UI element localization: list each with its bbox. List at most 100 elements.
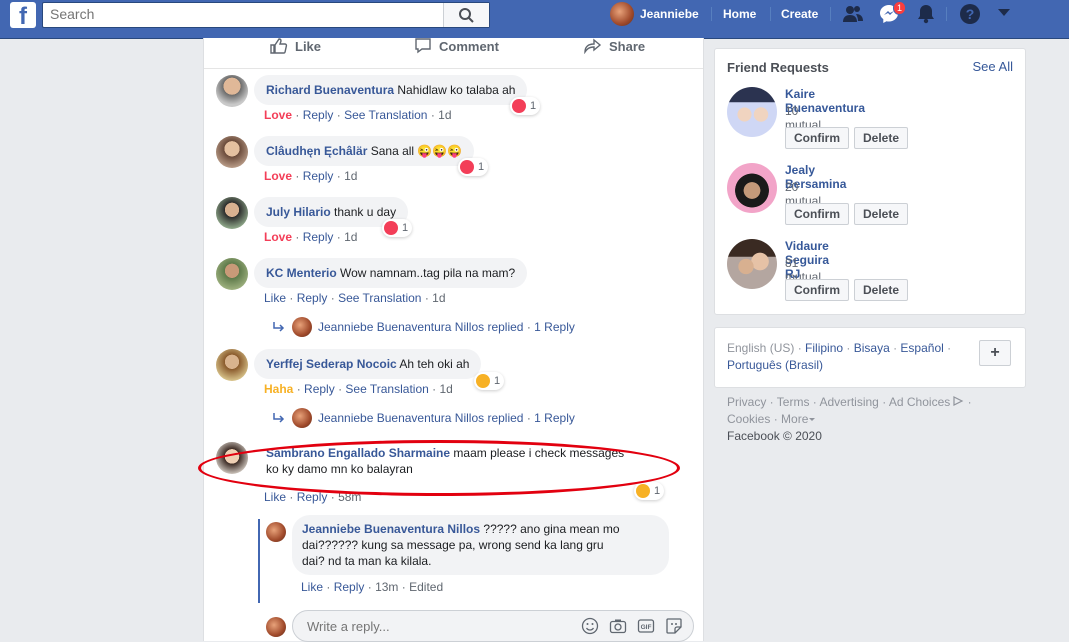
comment-time[interactable]: 1d xyxy=(344,169,357,183)
language-link-portugues[interactable]: Português (Brasil) xyxy=(727,358,823,372)
reaction-count-badge[interactable]: 1 xyxy=(474,372,505,390)
confirm-button[interactable]: Confirm xyxy=(785,203,849,225)
avatar[interactable] xyxy=(216,258,248,290)
footer-link-advertising[interactable]: Advertising xyxy=(819,395,878,409)
friends-icon[interactable] xyxy=(842,3,864,25)
comment-time[interactable]: 1d xyxy=(344,230,357,244)
avatar[interactable] xyxy=(216,197,248,229)
footer-link-more[interactable]: More xyxy=(781,412,808,426)
footer-link-ad-choices[interactable]: Ad Choices xyxy=(889,395,950,409)
see-translation-link[interactable]: See Translation xyxy=(345,382,428,396)
reply-link[interactable]: Reply xyxy=(297,291,328,305)
panel-title: Friend Requests xyxy=(727,60,829,75)
commenter-name[interactable]: Yerffej Sederap Nocoic xyxy=(266,357,397,371)
search-button[interactable] xyxy=(443,3,489,27)
footer-link-privacy[interactable]: Privacy xyxy=(727,395,766,409)
reply-link[interactable]: Reply xyxy=(334,580,365,594)
reaction-love-link[interactable]: Love xyxy=(264,169,292,183)
reaction-love-link[interactable]: Love xyxy=(264,108,292,122)
emoji-icon[interactable] xyxy=(581,617,599,635)
share-button[interactable]: Share xyxy=(584,38,645,54)
reaction-haha-link[interactable]: Haha xyxy=(264,382,293,396)
avatar[interactable] xyxy=(216,349,248,381)
like-link[interactable]: Like xyxy=(264,490,286,504)
red-annotation-circle xyxy=(198,440,680,496)
avatar[interactable] xyxy=(216,75,248,107)
home-link[interactable]: Home xyxy=(723,7,756,21)
like-link[interactable]: Like xyxy=(264,291,286,305)
heart-reaction-icon xyxy=(460,160,474,174)
avatar[interactable] xyxy=(216,136,248,168)
confirm-button[interactable]: Confirm xyxy=(785,279,849,301)
comment-button[interactable]: Comment xyxy=(414,38,499,54)
avatar xyxy=(292,317,312,337)
avatar[interactable] xyxy=(727,163,777,213)
reply-time[interactable]: 13m xyxy=(375,580,398,594)
facebook-logo-icon[interactable]: f xyxy=(10,2,36,30)
nav-divider xyxy=(830,7,831,21)
delete-button[interactable]: Delete xyxy=(854,203,908,225)
footer-link-terms[interactable]: Terms xyxy=(777,395,810,409)
messenger-badge: 1 xyxy=(893,1,907,15)
comment-actions: Love · Reply · 1d xyxy=(264,230,358,244)
account-menu-chevron-down-icon[interactable] xyxy=(997,8,1011,18)
reply-actions: Like · Reply · 13m · Edited xyxy=(301,580,444,594)
search-icon xyxy=(459,8,474,23)
see-all-link[interactable]: See All xyxy=(973,59,1013,74)
sticker-icon[interactable] xyxy=(665,617,683,635)
reaction-love-link[interactable]: Love xyxy=(264,230,292,244)
comment-label: Comment xyxy=(439,38,499,54)
avatar[interactable] xyxy=(727,87,777,137)
camera-icon[interactable] xyxy=(609,617,627,635)
add-language-button[interactable]: + xyxy=(979,340,1011,366)
language-link-filipino[interactable]: Filipino xyxy=(805,341,843,355)
reaction-count-badge[interactable]: 1 xyxy=(634,482,665,500)
comment-text: Wow namnam..tag pila na mam? xyxy=(340,266,516,280)
avatar[interactable] xyxy=(266,522,286,542)
avatar xyxy=(292,408,312,428)
see-translation-link[interactable]: See Translation xyxy=(344,108,427,122)
create-link[interactable]: Create xyxy=(781,7,818,21)
confirm-button[interactable]: Confirm xyxy=(785,127,849,149)
commenter-name[interactable]: KC Menterio xyxy=(266,266,337,280)
footer-link-cookies[interactable]: Cookies xyxy=(727,412,770,426)
search-input[interactable] xyxy=(43,3,448,25)
reply-link[interactable]: Reply xyxy=(303,169,334,183)
commenter-name[interactable]: July Hilario xyxy=(266,205,331,219)
delete-button[interactable]: Delete xyxy=(854,279,908,301)
replied-by-text: Jeanniebe Buenaventura Nillos replied xyxy=(318,320,524,334)
reply-input[interactable] xyxy=(305,618,549,635)
post-action-bar: Like Comment Share xyxy=(204,38,703,69)
see-translation-link[interactable]: See Translation xyxy=(338,291,421,305)
delete-button[interactable]: Delete xyxy=(854,127,908,149)
replier-name[interactable]: Jeanniebe Buenaventura Nillos xyxy=(302,522,480,536)
language-link-espanol[interactable]: Español xyxy=(900,341,943,355)
nav-divider xyxy=(770,7,771,21)
reply-link[interactable]: Reply xyxy=(303,108,334,122)
profile-link[interactable]: Jeanniebe xyxy=(610,2,699,26)
notifications-bell-icon[interactable] xyxy=(915,3,937,25)
view-replies-link[interactable]: Jeanniebe Buenaventura Nillos replied · … xyxy=(272,408,575,428)
help-icon[interactable]: ? xyxy=(959,3,981,25)
svg-text:?: ? xyxy=(966,6,975,22)
reply-composer[interactable]: GIF xyxy=(292,610,694,642)
gif-icon[interactable]: GIF xyxy=(637,617,655,635)
chevron-down-icon xyxy=(809,418,816,421)
language-link-bisaya[interactable]: Bisaya xyxy=(854,341,890,355)
view-replies-link[interactable]: Jeanniebe Buenaventura Nillos replied · … xyxy=(272,317,575,337)
like-link[interactable]: Like xyxy=(301,580,323,594)
comment-time[interactable]: 1d xyxy=(439,382,452,396)
reaction-count-badge[interactable]: 1 xyxy=(382,219,413,237)
reaction-count-badge[interactable]: 1 xyxy=(458,158,489,176)
reply-count: 1 Reply xyxy=(534,320,575,334)
like-button[interactable]: Like xyxy=(270,38,321,54)
comment-time[interactable]: 1d xyxy=(432,291,445,305)
commenter-name[interactable]: Clâudhęn Ęchâlär xyxy=(266,144,367,158)
reply-link[interactable]: Reply xyxy=(303,230,334,244)
reply-link[interactable]: Reply xyxy=(304,382,335,396)
comment-time[interactable]: 1d xyxy=(438,108,451,122)
reaction-count-badge[interactable]: 1 xyxy=(510,97,541,115)
reply-count: 1 Reply xyxy=(534,411,575,425)
avatar[interactable] xyxy=(727,239,777,289)
commenter-name[interactable]: Richard Buenaventura xyxy=(266,83,394,97)
